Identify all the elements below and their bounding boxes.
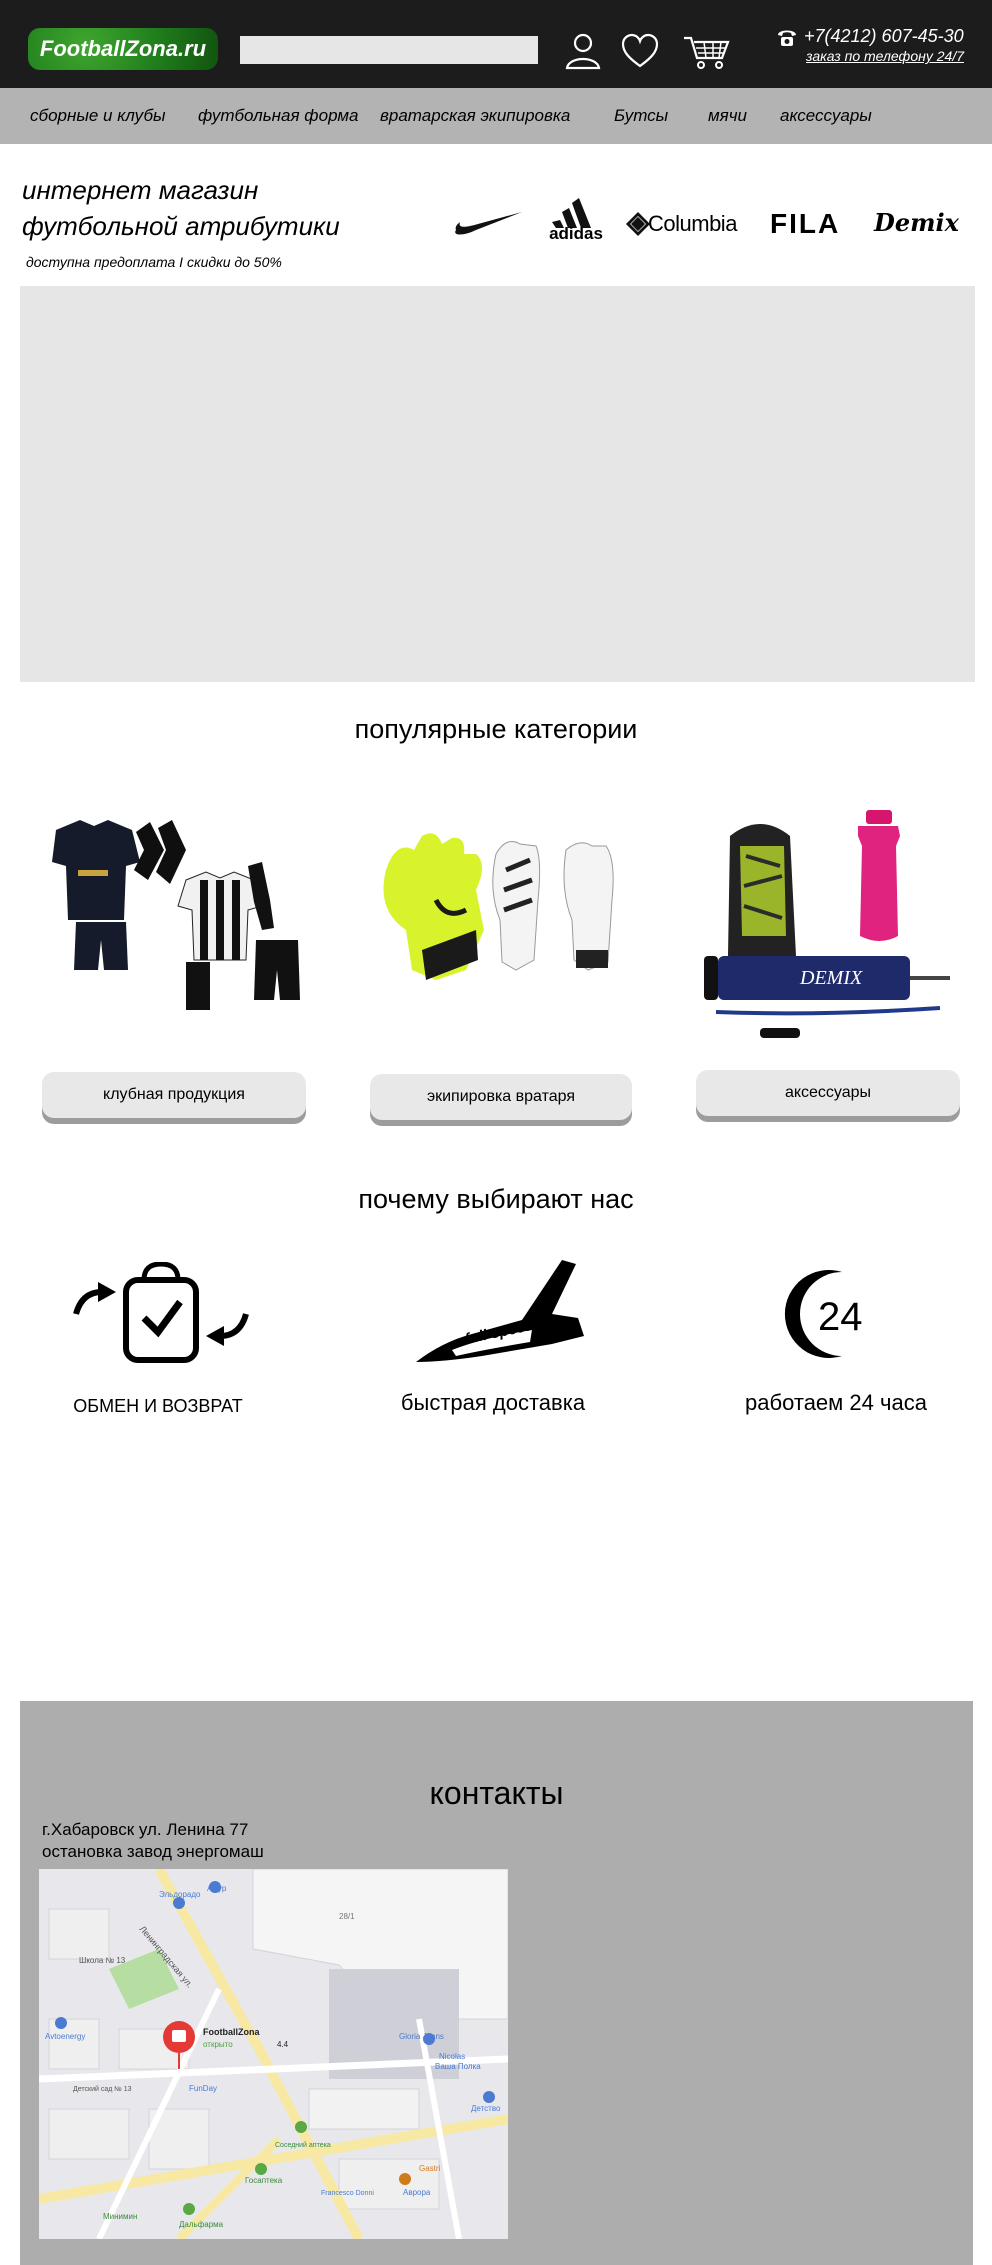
- svg-text:DEMIX: DEMIX: [799, 967, 863, 989]
- map-label: Avtoenergy: [45, 2032, 85, 2041]
- map-label: Минимин: [103, 2212, 137, 2221]
- adidas-logo[interactable]: adidas: [548, 198, 604, 244]
- cart-icon[interactable]: [682, 30, 732, 72]
- nav-item-goalkeeper[interactable]: вратарская экипировка: [380, 106, 570, 126]
- map-label: Школа № 13: [79, 1956, 126, 1965]
- hero-title: интернет магазин футбольной атрибутики: [22, 172, 340, 244]
- address-line1: г.Хабаровск ул. Ленина 77: [42, 1820, 249, 1839]
- map-place-name: FootballZona: [203, 2027, 260, 2037]
- why-exchange-label: ОБМЕН И ВОЗВРАТ: [73, 1396, 243, 1416]
- columbia-logo[interactable]: Columbia: [626, 210, 748, 240]
- nike-logo[interactable]: [454, 210, 524, 236]
- map-label: Gastri: [419, 2164, 441, 2173]
- map-label: Ваша Полка: [435, 2062, 481, 2071]
- map-label: 28/1: [339, 1912, 355, 1921]
- why-24h-label: работаем 24 часа: [745, 1390, 927, 1415]
- order-by-phone-link[interactable]: заказ по телефону 24/7: [806, 48, 964, 64]
- search-input[interactable]: [240, 36, 538, 64]
- nav-item-balls[interactable]: мячи: [708, 106, 747, 126]
- clock-24-number: 24: [818, 1295, 863, 1339]
- nav-item-accessories[interactable]: аксессуары: [780, 106, 872, 126]
- location-map[interactable]: Ленинградская ул. Эльдорадо Амур 28/1 Шк…: [39, 1869, 508, 2239]
- category-accessories-button[interactable]: аксессуары: [696, 1070, 960, 1116]
- adidas-wordmark: adidas: [549, 224, 603, 243]
- contacts-address: г.Хабаровск ул. Ленина 77 остановка заво…: [42, 1819, 264, 1863]
- category-club-button[interactable]: клубная продукция: [42, 1072, 306, 1118]
- map-place-status: открыто: [203, 2040, 233, 2049]
- hero-subtitle: доступна предоплата I скидки до 50%: [26, 254, 282, 270]
- heart-icon[interactable]: [619, 30, 661, 72]
- fila-wordmark: FILA: [770, 208, 841, 239]
- map-label: Детский сад № 13: [73, 2085, 132, 2093]
- demix-logo[interactable]: Demix: [874, 208, 970, 238]
- phone-icon: [776, 26, 798, 48]
- why-title: почему выбирают нас: [358, 1184, 634, 1214]
- categories-title: популярные категории: [354, 714, 638, 744]
- phone-number[interactable]: +7(4212) 607-45-30: [804, 26, 964, 47]
- map-label: Детство: [471, 2104, 501, 2113]
- map-place-rating: 4.4: [277, 2040, 289, 2049]
- main-nav: сборные и клубы футбольная форма вратарс…: [0, 88, 992, 144]
- accessories-image[interactable]: DEMIX: [700, 806, 960, 1046]
- map-label: Francesco Donni: [321, 2190, 374, 2197]
- map-label: Соседний аптека: [275, 2141, 331, 2149]
- demix-wordmark: Demix: [874, 208, 959, 237]
- map-label: FunDay: [189, 2084, 217, 2093]
- nav-item-boots[interactable]: Бутсы: [614, 106, 668, 126]
- address-line2: остановка завод энергомаш: [42, 1842, 264, 1861]
- why-delivery-label: быстрая доставка: [400, 1390, 586, 1415]
- contacts-section: контакты г.Хабаровск ул. Ленина 77 остан…: [20, 1701, 973, 2265]
- map-label: Nicolas: [439, 2052, 465, 2061]
- clock-24-icon: 24: [780, 1264, 880, 1364]
- site-header: FootballZona.ru +7(4212) 607-45-30 заказ…: [0, 0, 992, 88]
- user-icon[interactable]: [562, 30, 604, 72]
- hero-title-line2: футбольной атрибутики: [22, 211, 340, 241]
- contacts-title: контакты: [429, 1775, 564, 1811]
- site-logo[interactable]: FootballZona.ru: [28, 28, 218, 70]
- map-label: Аврора: [403, 2188, 431, 2197]
- hero-title-line1: интернет магазин: [22, 175, 259, 205]
- fila-logo[interactable]: FILA: [770, 208, 850, 239]
- map-label: Gloria Jeans: [399, 2032, 444, 2041]
- exchange-icon: [68, 1261, 254, 1366]
- goalkeeper-gloves-image[interactable]: [366, 830, 636, 1000]
- hero-banner[interactable]: [20, 286, 975, 682]
- columbia-wordmark: Columbia: [648, 211, 737, 236]
- nav-item-football-kit[interactable]: футбольная форма: [198, 106, 359, 126]
- category-goalkeeper-button[interactable]: экипировка вратаря: [370, 1074, 632, 1120]
- shuttle-icon: full speed: [412, 1258, 588, 1368]
- map-label: Госаптека: [245, 2176, 283, 2185]
- club-kit-image[interactable]: [36, 810, 306, 1020]
- nav-item-teams-clubs[interactable]: сборные и клубы: [30, 106, 166, 126]
- map-label: Дальфарма: [179, 2220, 224, 2229]
